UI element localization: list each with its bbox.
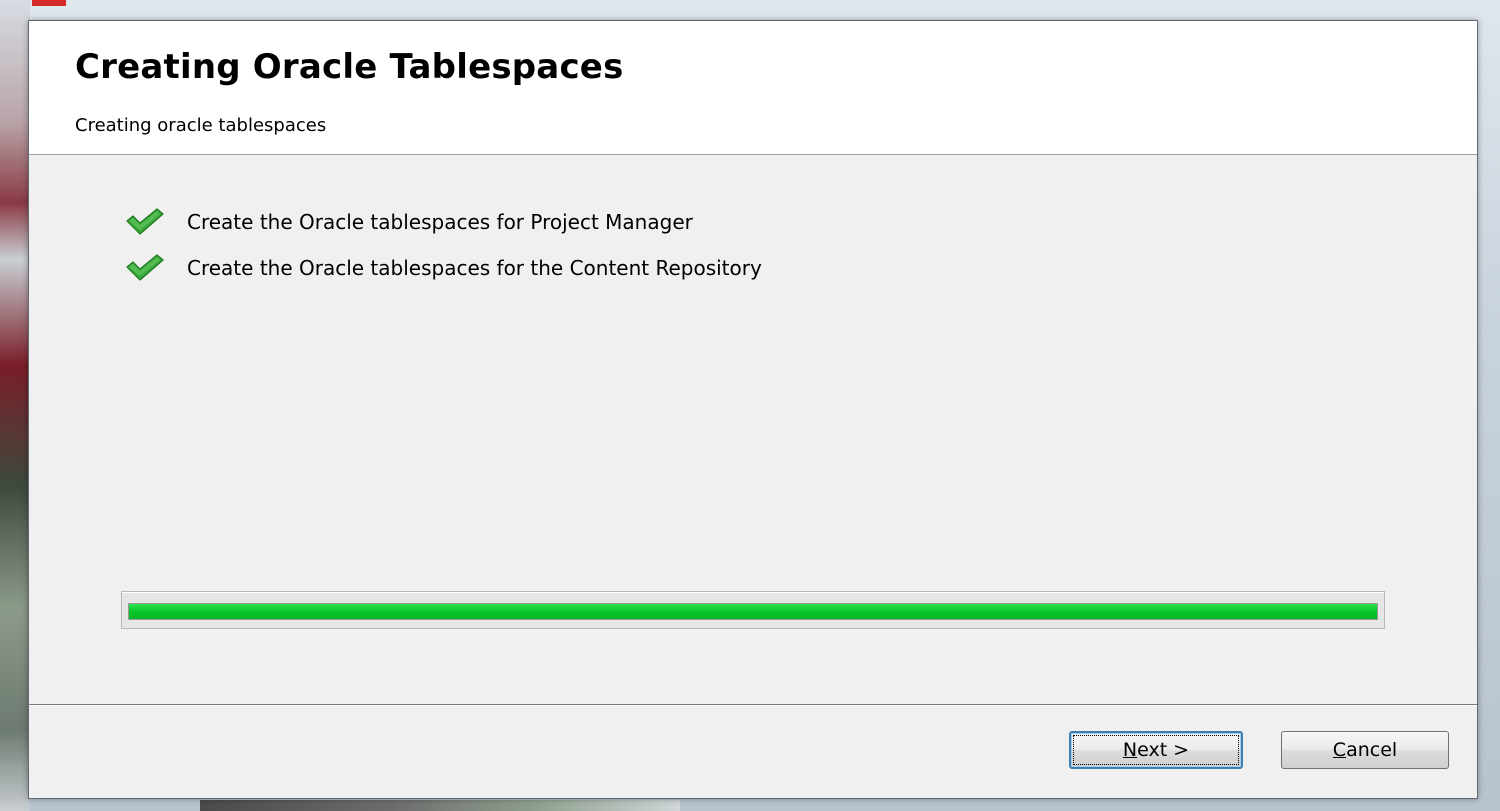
installer-dialog: Creating Oracle Tablespaces Creating ora… [28,20,1478,799]
desktop-fragment [32,0,66,6]
taskbar-fragment [200,800,680,811]
dialog-header: Creating Oracle Tablespaces Creating ora… [29,21,1477,155]
task-label: Create the Oracle tablespaces for the Co… [187,256,762,280]
checkmark-icon [125,207,165,237]
cancel-button[interactable]: Cancel [1281,731,1449,769]
desktop-background [0,0,30,811]
progress-track [128,603,1378,620]
page-subtitle: Creating oracle tablespaces [75,115,327,136]
cancel-button-label: ancel [1346,739,1398,761]
cancel-button-mnemonic: C [1332,739,1347,761]
next-button-label: ext > [1137,739,1190,761]
task-item: Create the Oracle tablespaces for the Co… [125,251,762,285]
progress-fill [129,604,1377,619]
next-button-mnemonic: N [1122,739,1138,761]
task-list: Create the Oracle tablespaces for Projec… [125,205,762,297]
task-label: Create the Oracle tablespaces for Projec… [187,210,693,234]
task-item: Create the Oracle tablespaces for Projec… [125,205,762,239]
next-button[interactable]: Next > [1069,731,1243,769]
page-title: Creating Oracle Tablespaces [75,47,624,87]
dialog-footer: Next > Cancel [29,704,1477,798]
checkmark-icon [125,253,165,283]
progress-bar [121,591,1385,629]
